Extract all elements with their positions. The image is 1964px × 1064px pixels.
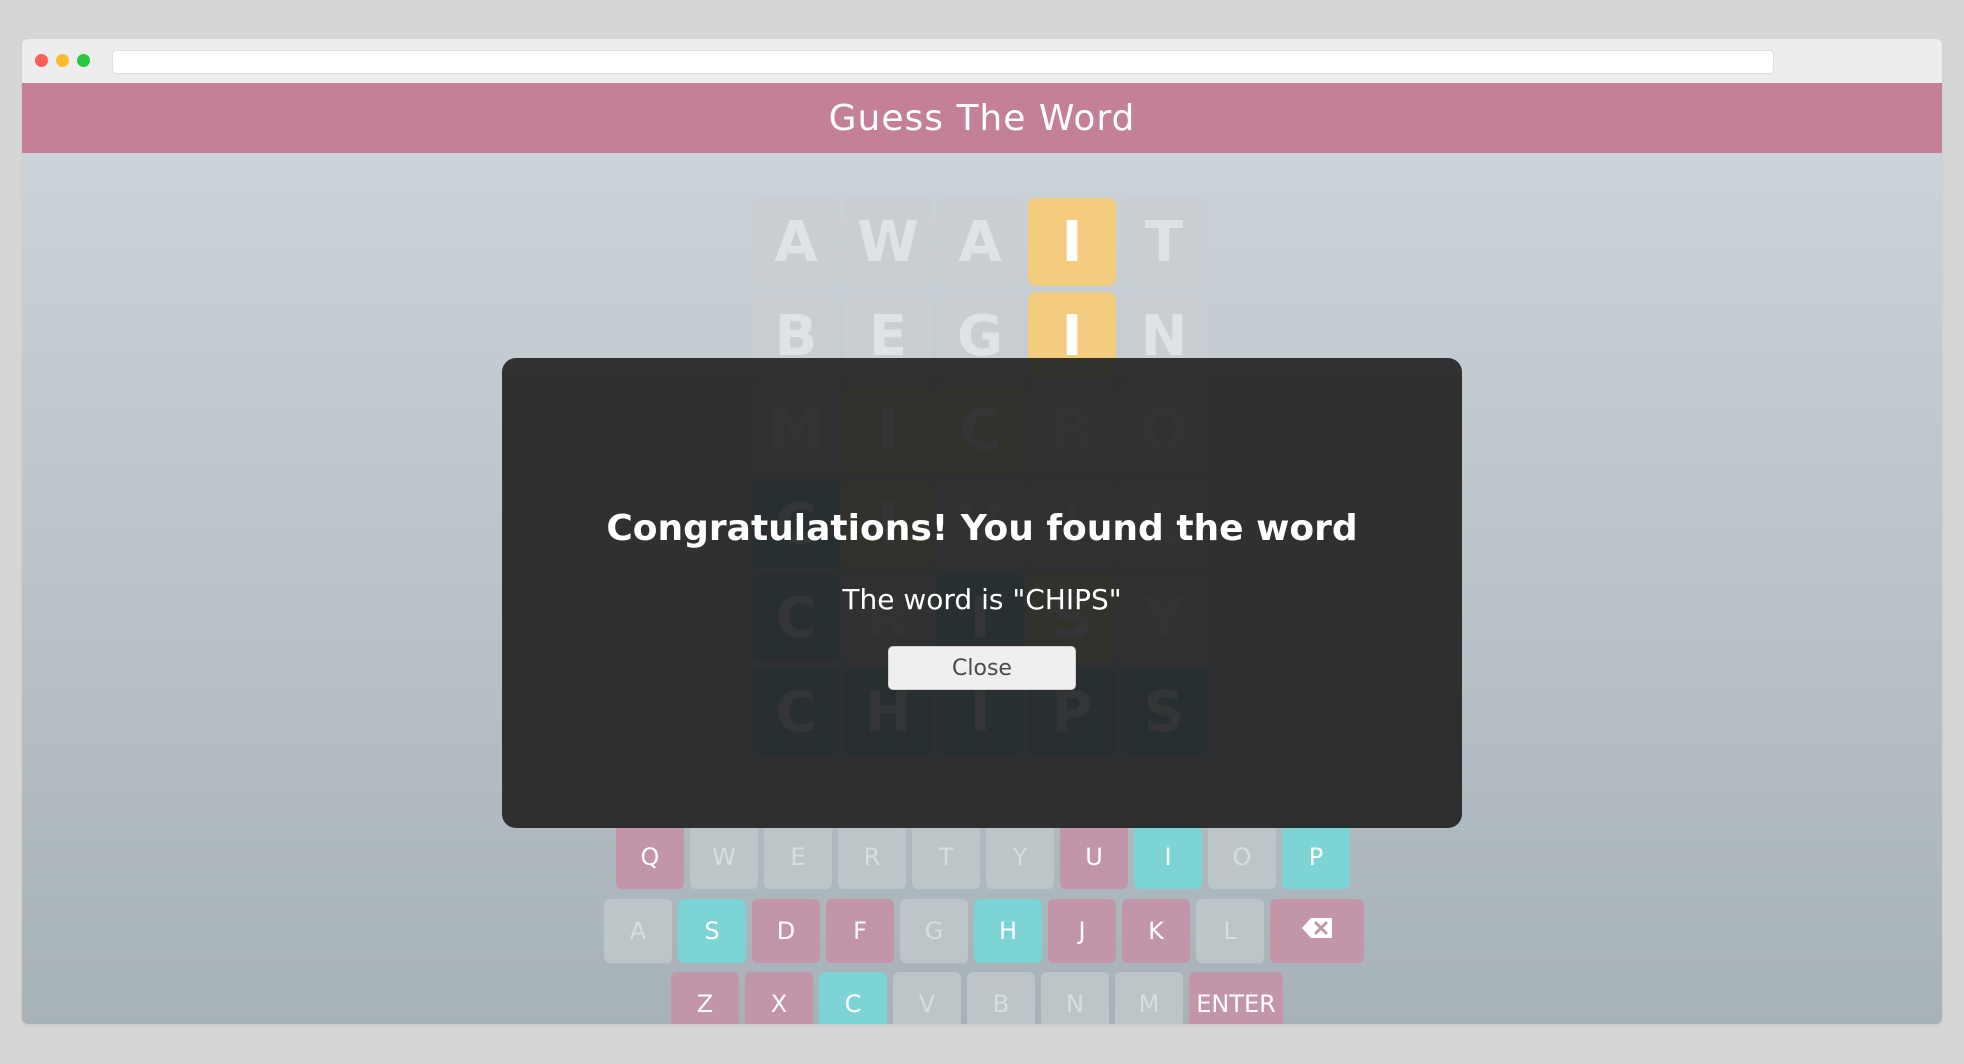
key-j[interactable]: J — [1048, 899, 1116, 963]
key-v[interactable]: V — [893, 972, 961, 1024]
close-button[interactable]: Close — [888, 646, 1076, 690]
maximize-window-dot[interactable] — [77, 54, 90, 67]
key-s[interactable]: S — [678, 899, 746, 963]
app-header: Guess The Word — [22, 83, 1942, 153]
win-dialog: Congratulations! You found the word The … — [502, 358, 1462, 828]
key-u[interactable]: U — [1060, 825, 1128, 889]
key-d[interactable]: D — [752, 899, 820, 963]
board-tile: W — [844, 198, 932, 286]
browser-chrome — [22, 39, 1942, 83]
backspace-icon — [1301, 917, 1333, 945]
dialog-heading: Congratulations! You found the word — [606, 508, 1358, 549]
key-q[interactable]: Q — [616, 825, 684, 889]
board-tile: A — [936, 198, 1024, 286]
minimize-window-dot[interactable] — [56, 54, 69, 67]
key-f[interactable]: F — [826, 899, 894, 963]
key-l[interactable]: L — [1196, 899, 1264, 963]
key-o[interactable]: O — [1208, 825, 1276, 889]
key-h[interactable]: H — [974, 899, 1042, 963]
board-tile: A — [752, 198, 840, 286]
key-c[interactable]: C — [819, 972, 887, 1024]
close-window-dot[interactable] — [35, 54, 48, 67]
game-area: AWAITBEGINMICROCIVILCRISYCHIPS QWERTYUIO… — [22, 153, 1942, 1024]
key-g[interactable]: G — [900, 899, 968, 963]
key-w[interactable]: W — [690, 825, 758, 889]
key-k[interactable]: K — [1122, 899, 1190, 963]
key-e[interactable]: E — [764, 825, 832, 889]
key-a[interactable]: A — [604, 899, 672, 963]
key-z[interactable]: Z — [671, 972, 739, 1024]
key-i[interactable]: I — [1134, 825, 1202, 889]
key-x[interactable]: X — [745, 972, 813, 1024]
key-n[interactable]: N — [1041, 972, 1109, 1024]
board-tile: T — [1120, 198, 1208, 286]
enter-key[interactable]: ENTER — [1189, 972, 1283, 1024]
key-m[interactable]: M — [1115, 972, 1183, 1024]
app-title: Guess The Word — [828, 97, 1136, 139]
backspace-key[interactable] — [1270, 899, 1364, 963]
key-r[interactable]: R — [838, 825, 906, 889]
key-b[interactable]: B — [967, 972, 1035, 1024]
browser-window: Guess The Word AWAITBEGINMICROCIVILCRISY… — [22, 39, 1942, 1024]
board-tile: I — [1028, 198, 1116, 286]
dialog-message: The word is "CHIPS" — [842, 583, 1122, 616]
address-bar[interactable] — [112, 50, 1774, 74]
key-p[interactable]: P — [1282, 825, 1350, 889]
key-y[interactable]: Y — [986, 825, 1054, 889]
key-t[interactable]: T — [912, 825, 980, 889]
